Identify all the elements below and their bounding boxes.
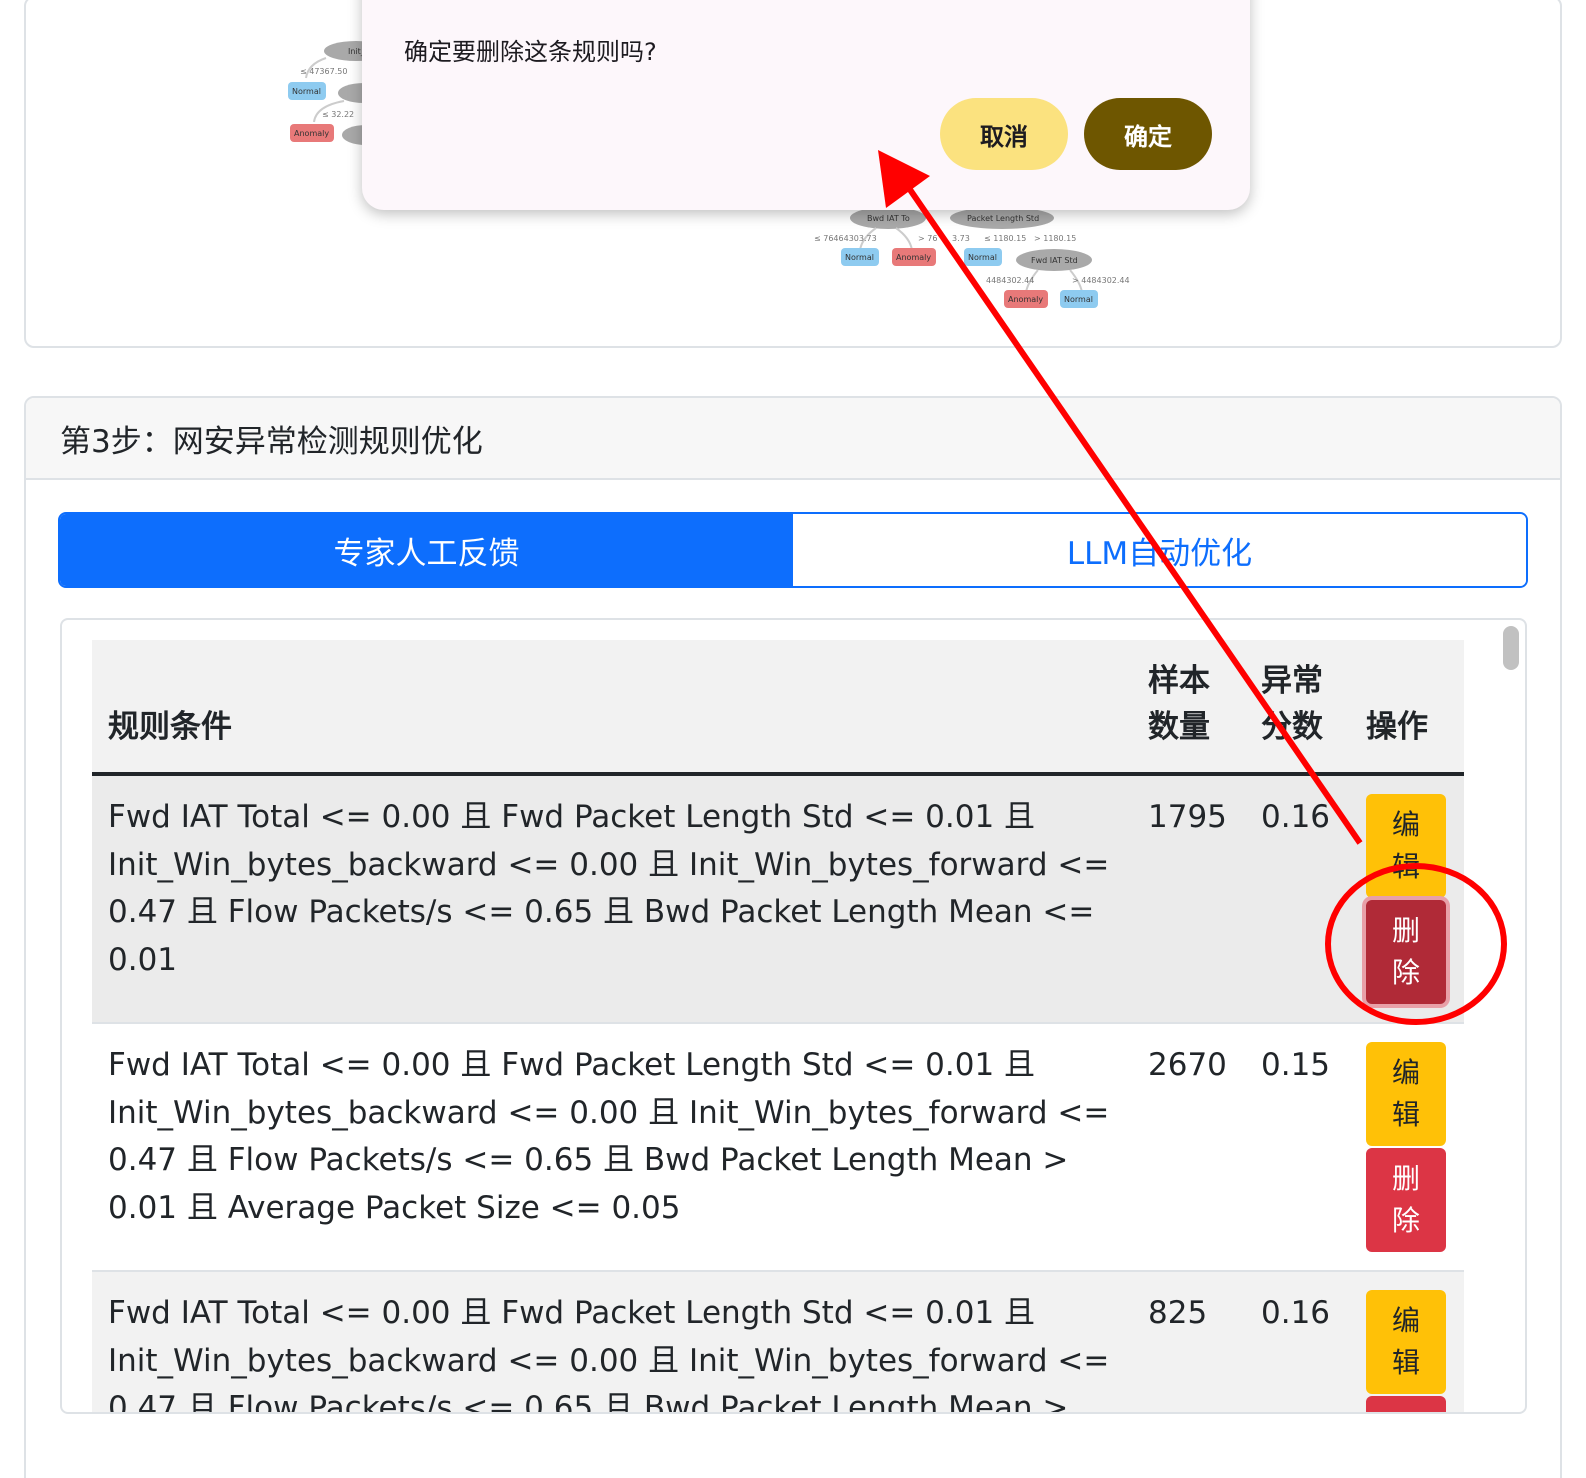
tree-node-label: Bwd IAT To: [867, 214, 910, 223]
tree-node-label: Packet Length Std: [967, 214, 1039, 223]
tab-llm-optimize[interactable]: LLM自动优化: [793, 514, 1526, 586]
tree-leaf-label: Normal: [845, 253, 874, 262]
ops-cell: 编 辑 删 除: [1350, 1271, 1464, 1412]
tree-edge-label: ≤ 32.22: [322, 110, 354, 119]
scrollbar-thumb[interactable]: [1503, 626, 1519, 670]
count-cell: 825: [1132, 1271, 1245, 1412]
tree-edge: [895, 227, 913, 251]
score-cell: 0.16: [1245, 1271, 1350, 1412]
tree-edge-label: > 76: [918, 234, 937, 243]
rules-table: 规则条件 样本 数量 异常 分数 操作 Fwd IAT Total <= 0.0…: [92, 640, 1464, 1412]
table-header-row: 规则条件 样本 数量 异常 分数 操作: [92, 640, 1464, 776]
tree-edge-label: > 1180.15: [1034, 234, 1076, 243]
count-cell: 1795: [1132, 774, 1245, 1023]
dialog-message: 确定要删除这条规则吗?: [404, 38, 657, 66]
header-rule: 规则条件: [92, 640, 1132, 776]
confirm-button[interactable]: 确定: [1084, 98, 1212, 170]
count-cell: 2670: [1132, 1023, 1245, 1271]
delete-button[interactable]: 删 除: [1366, 900, 1446, 1004]
step3-title: 第3步：网安异常检测规则优化: [26, 398, 1560, 480]
tree-branch-right: Bwd IAT To Packet Length Std ≤ 76464303.…: [814, 207, 1130, 308]
score-cell: 0.16: [1245, 774, 1350, 1023]
delete-button[interactable]: 删 除: [1366, 1396, 1446, 1412]
delete-button[interactable]: 删 除: [1366, 1148, 1446, 1252]
rule-cell: Fwd IAT Total <= 0.00 且 Fwd Packet Lengt…: [92, 774, 1132, 1023]
score-cell: 0.15: [1245, 1023, 1350, 1271]
tree-leaf-label: Normal: [968, 253, 997, 262]
tree-edge-label: ≤ 47367.50: [300, 67, 347, 76]
rules-table-container[interactable]: 规则条件 样本 数量 异常 分数 操作 Fwd IAT Total <= 0.0…: [60, 618, 1527, 1414]
header-score: 异常 分数: [1245, 640, 1350, 776]
edit-button[interactable]: 编 辑: [1366, 794, 1446, 898]
table-row: Fwd IAT Total <= 0.00 且 Fwd Packet Lengt…: [92, 774, 1464, 1023]
tree-leaf-label: Normal: [1064, 295, 1093, 304]
tree-leaf-label: Anomaly: [896, 253, 931, 262]
tree-node-label: Fwd IAT Std: [1031, 256, 1078, 265]
edit-button[interactable]: 编 辑: [1366, 1290, 1446, 1394]
confirm-delete-dialog: 确定要删除这条规则吗? 取消 确定: [362, 0, 1250, 210]
tree-leaf-label: Anomaly: [294, 129, 329, 138]
tab-expert-feedback[interactable]: 专家人工反馈: [60, 514, 793, 586]
table-row: Fwd IAT Total <= 0.00 且 Fwd Packet Lengt…: [92, 1271, 1464, 1412]
ops-cell: 编 辑 删 除: [1350, 774, 1464, 1023]
tree-edge-label: 3.73: [952, 234, 970, 243]
rule-cell: Fwd IAT Total <= 0.00 且 Fwd Packet Lengt…: [92, 1023, 1132, 1271]
cancel-button[interactable]: 取消: [940, 98, 1068, 170]
ops-cell: 编 辑 删 除: [1350, 1023, 1464, 1271]
mode-tabs: 专家人工反馈 LLM自动优化: [58, 512, 1528, 588]
header-count: 样本 数量: [1132, 640, 1245, 776]
tree-leaf-label: Normal: [292, 87, 321, 96]
header-ops: 操作: [1350, 640, 1464, 776]
table-row: Fwd IAT Total <= 0.00 且 Fwd Packet Lengt…: [92, 1023, 1464, 1271]
step3-card: 第3步：网安异常检测规则优化 专家人工反馈 LLM自动优化 规则条件 样本 数量…: [24, 396, 1562, 1478]
tree-edge-label: ≤ 1180.15: [984, 234, 1026, 243]
tree-edge-label: 4484302.44: [986, 276, 1034, 285]
rule-cell: Fwd IAT Total <= 0.00 且 Fwd Packet Lengt…: [92, 1271, 1132, 1412]
tree-edge-label: > 4484302.44: [1072, 276, 1130, 285]
tree-edge-label: ≤ 76464303.73: [814, 234, 877, 243]
tree-leaf-label: Anomaly: [1008, 295, 1043, 304]
edit-button[interactable]: 编 辑: [1366, 1042, 1446, 1146]
